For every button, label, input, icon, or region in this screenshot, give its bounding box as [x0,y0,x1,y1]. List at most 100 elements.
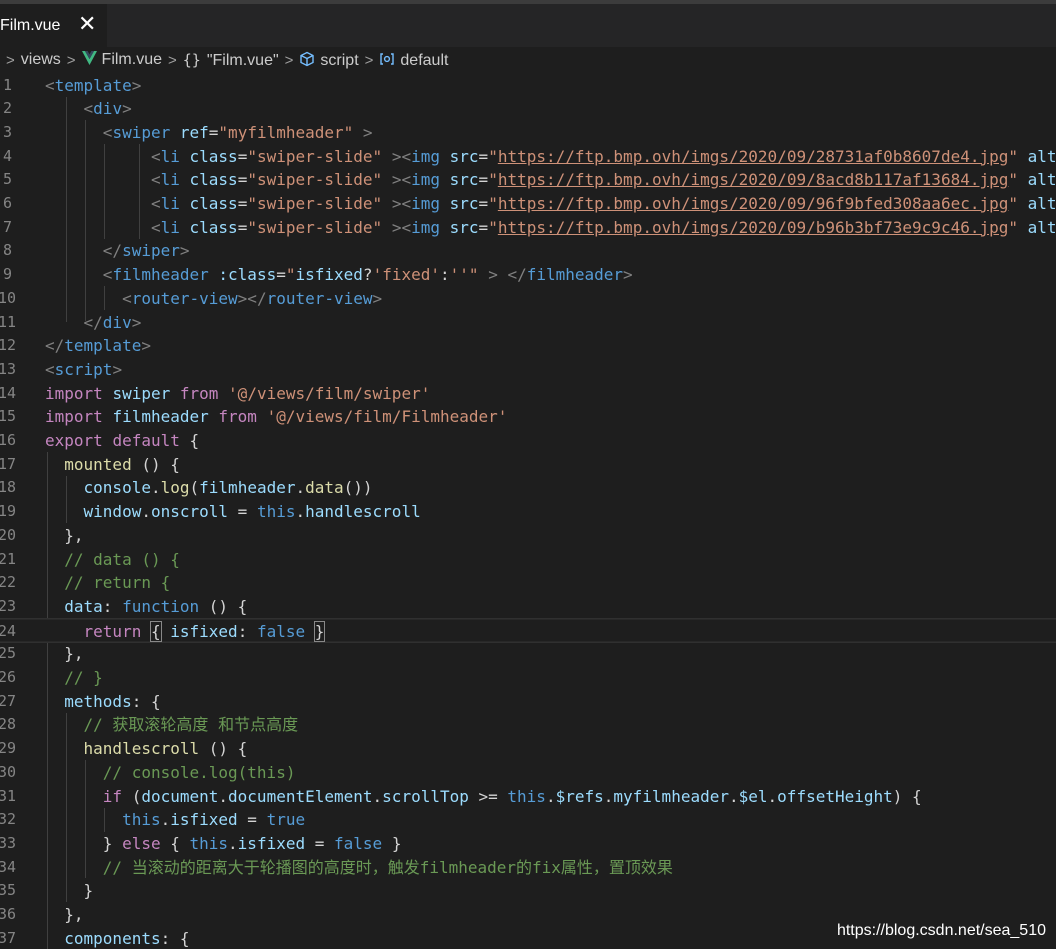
code-text[interactable]: data: function () { [45,595,247,619]
code-text[interactable]: }, [45,642,83,666]
code-line[interactable]: 15 import filmheader from '@/views/film/F… [0,405,1056,429]
code-line[interactable]: 35 } [0,879,1056,903]
code-line[interactable]: 21 // data () { [0,548,1056,572]
code-text[interactable]: <template> [45,74,141,98]
code-token: = [478,146,489,166]
code-line[interactable]: 3 <swiper ref="myfilmheader" > [0,121,1056,145]
code-text[interactable]: // 当滚动的距离大于轮播图的高度时，触发filmheader的fix属性，置顶… [45,856,673,880]
code-text[interactable]: }, [45,524,83,548]
code-text[interactable]: mounted () { [45,453,180,477]
code-line[interactable]: 20 }, [0,524,1056,548]
tab-film-vue[interactable]: Film.vue ✕ [0,4,107,47]
code-line[interactable]: 19 window.onscroll = this.handlescroll [0,500,1056,524]
code-text[interactable]: this.isfixed = true [45,808,305,832]
code-token: src [449,146,479,166]
code-line[interactable]: 31 if (document.documentElement.scrollTo… [0,785,1056,809]
code-token: components [64,928,161,948]
code-line[interactable]: 6 <li class="swiper-slide" ><img src="ht… [0,192,1056,216]
code-line[interactable]: 30 // console.log(this) [0,761,1056,785]
breadcrumb-item-default[interactable]: default [379,51,448,70]
code-text[interactable]: export default { [45,429,199,453]
code-line[interactable]: 24 return { isfixed: false } [0,617,1056,644]
code-token: filmheader [526,265,624,285]
code-token: < [102,265,113,285]
code-text[interactable]: handlescroll () { [45,737,248,761]
code-text[interactable]: // console.log(this) [45,761,296,785]
code-text[interactable]: components: { [45,927,190,949]
code-text[interactable]: <script> [45,358,122,382]
code-line[interactable]: 28 // 获取滚轮高度 和节点高度 [0,713,1056,737]
breadcrumb-item-file[interactable]: Film.vue [81,51,162,69]
code-text[interactable]: <filmheader :class="isfixed?'fixed':''" … [45,263,633,287]
breadcrumb-item-script[interactable]: script [299,51,359,70]
code-token: : { [160,928,190,948]
code-text[interactable]: // data () { [45,548,180,572]
code-token: false [256,621,306,641]
code-line[interactable]: 12 </template> [0,334,1056,358]
breadcrumb-item-component[interactable]: {} "Film.vue" [183,51,279,70]
code-line[interactable]: 29 handlescroll () { [0,737,1056,761]
code-text[interactable]: <router-view></router-view> [45,287,382,311]
code-text[interactable]: methods: { [45,690,160,714]
code-text[interactable]: window.onscroll = this.handlescroll [45,500,421,524]
code-text[interactable]: <li class="swiper-slide" ><img src="http… [45,216,1056,240]
code-line[interactable]: 9 <filmheader :class="isfixed?'fixed':''… [0,263,1056,287]
code-line[interactable]: 25 }, [0,642,1056,666]
code-text[interactable]: // 获取滚轮高度 和节点高度 [45,713,299,737]
code-text[interactable]: }, [45,903,83,927]
code-token: = [237,194,248,213]
line-number: 3 [2,122,12,141]
code-editor[interactable]: 1 <template> 2 <div> 3 <swiper ref="myfilmh… [0,73,1056,949]
code-text[interactable]: import swiper from '@/views/film/swiper' [45,382,430,406]
code-token: " [468,265,479,285]
code-token: documentElement [228,786,373,806]
code-line[interactable]: 7 <li class="swiper-slide" ><img src="ht… [0,216,1056,240]
code-text[interactable]: } [45,879,94,903]
code-text[interactable]: // return { [45,571,170,595]
code-line[interactable]: 2 <div> [0,97,1056,121]
code-text[interactable]: <li class="swiper-slide" ><img src="http… [45,145,1056,169]
code-line[interactable]: 27 methods: { [0,690,1056,714]
code-line[interactable]: 5 <li class="swiper-slide" ><img src="ht… [0,168,1056,192]
breadcrumb-item-views[interactable]: views [21,51,61,69]
code-line[interactable]: 34 // 当滚动的距离大于轮播图的高度时，触发filmheader的fix属性… [0,856,1056,880]
code-text[interactable]: </div> [45,311,142,335]
code-line[interactable]: 32 this.isfixed = true [0,808,1056,832]
close-icon[interactable]: ✕ [78,11,96,37]
code-line[interactable]: 14 import swiper from '@/views/film/swipe… [0,382,1056,406]
code-text[interactable]: return { isfixed: false } [45,620,326,644]
code-text[interactable]: </template> [45,334,151,358]
code-text[interactable]: if (document.documentElement.scrollTop >… [45,785,922,809]
code-line[interactable]: 4 <li class="swiper-slide" ><img src="ht… [0,145,1056,169]
code-text[interactable]: <swiper ref="myfilmheader" > [45,121,373,145]
code-text[interactable]: <li class="swiper-slide" ><img src="http… [45,192,1056,216]
code-text[interactable]: console.log(filmheader.data()) [45,476,373,500]
code-line[interactable]: 26 // } [0,666,1056,690]
code-line[interactable]: 1 <template> [0,74,1056,98]
code-line[interactable]: 13 <script> [0,358,1056,382]
code-line[interactable]: 33 } else { this.isfixed = false } [0,832,1056,856]
code-text[interactable]: <div> [45,97,132,121]
code-text[interactable]: // } [45,666,103,690]
code-text[interactable]: <li class="swiper-slide" ><img src="http… [45,168,1056,192]
code-text[interactable]: import filmheader from '@/views/film/Fil… [45,405,507,429]
code-line[interactable]: 18 console.log(filmheader.data()) [0,476,1056,500]
code-line[interactable]: 11 </div> [0,311,1056,335]
code-text[interactable]: } else { this.isfixed = false } [45,832,402,856]
tab-label[interactable]: Film.vue [0,17,60,35]
code-line[interactable]: 10 <router-view></router-view> [0,287,1056,311]
line-number: 2 [2,99,12,118]
code-token: { [160,833,190,853]
code-line[interactable]: 8 </swiper> [0,239,1056,263]
code-line[interactable]: 22 // return { [0,571,1056,595]
breadcrumb: > views > Film.vue > {} "Film.vue" > scri… [0,47,1056,73]
code-text[interactable]: </swiper> [45,239,190,263]
code-token: . [545,786,556,806]
code-token: } [313,620,326,642]
code-line[interactable]: 17 mounted () { [0,453,1056,477]
code-line[interactable]: 16 export default { [0,429,1056,453]
code-line[interactable]: 23 data: function () { [0,595,1056,619]
